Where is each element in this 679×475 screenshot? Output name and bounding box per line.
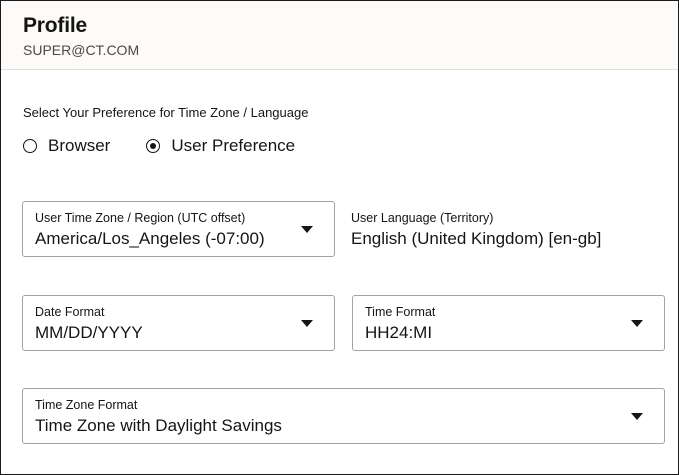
user-language-label: User Language (Territory) (351, 211, 494, 225)
time-zone-value: America/Los_Angeles (-07:00) (35, 229, 265, 248)
user-language-value: English (United Kingdom) [en-gb] (351, 229, 602, 248)
user-email: SUPER@CT.COM (23, 42, 140, 58)
page-title: Profile (23, 14, 87, 37)
time-format-value: HH24:MI (365, 323, 433, 342)
radio-unchecked-icon[interactable] (23, 139, 37, 153)
user-language-field: User Language (Territory) English (Unite… (351, 211, 661, 251)
caret-down-icon[interactable] (631, 413, 643, 420)
time-format-label: Time Format (365, 305, 436, 319)
time-format-select[interactable]: Time Format HH24:MI (352, 295, 665, 351)
radio-user-preference[interactable]: User Preference (146, 135, 295, 157)
time-zone-select[interactable]: User Time Zone / Region (UTC offset) Ame… (22, 201, 335, 257)
radio-checked-icon[interactable] (146, 139, 161, 153)
time-zone-label: User Time Zone / Region (UTC offset) (35, 211, 246, 225)
caret-down-icon[interactable] (631, 320, 643, 327)
caret-down-icon[interactable] (301, 226, 313, 233)
preference-radio-group: Browser User Preference (23, 135, 295, 157)
date-format-select[interactable]: Date Format MM/DD/YYYY (22, 295, 335, 351)
radio-browser-label: Browser (48, 136, 111, 155)
radio-user-preference-label: User Preference (171, 136, 296, 155)
profile-panel: Profile SUPER@CT.COM Select Your Prefere… (0, 0, 679, 475)
profile-header: Profile SUPER@CT.COM (1, 1, 678, 70)
time-zone-format-select[interactable]: Time Zone Format Time Zone with Daylight… (22, 388, 665, 444)
preference-section-label: Select Your Preference for Time Zone / L… (23, 105, 309, 120)
time-zone-format-label: Time Zone Format (35, 398, 138, 412)
time-zone-format-value: Time Zone with Daylight Savings (35, 416, 282, 435)
caret-down-icon[interactable] (301, 320, 313, 327)
date-format-value: MM/DD/YYYY (35, 323, 143, 342)
date-format-label: Date Format (35, 305, 105, 319)
radio-browser[interactable]: Browser (23, 135, 110, 157)
